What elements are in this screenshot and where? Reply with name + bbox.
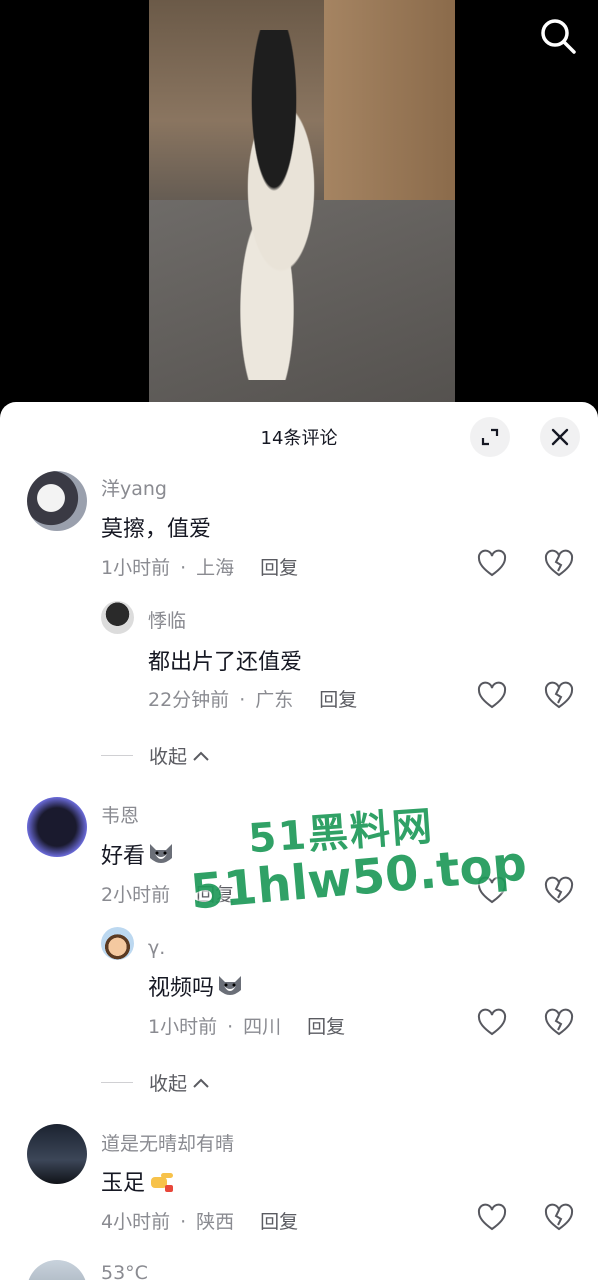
dislike-broken-heart-icon[interactable] [544, 549, 574, 579]
heart-icon[interactable] [477, 549, 507, 579]
collapse-label: 收起 [149, 1073, 188, 1095]
comment-location: 陕西 [196, 1211, 235, 1233]
heart-icon[interactable] [477, 681, 507, 711]
comment-text: 好看 [101, 838, 175, 870]
comments-sheet: 14条评论 洋yang 莫擦，值爱 1小时前 · 上海 回复 悸临 都出片了还值爱 2… [0, 402, 598, 1280]
reply-time: 22分钟前 [148, 689, 230, 711]
reply-location: 广东 [255, 689, 294, 711]
video-player[interactable] [0, 0, 598, 420]
reply-button[interactable]: 回复 [196, 884, 234, 906]
comment-text-content: 玉足 [101, 1171, 146, 1196]
reply-button[interactable]: 回复 [260, 1211, 298, 1233]
reply-meta: 1小时前 · 四川 回复 [148, 1012, 345, 1039]
meta-separator: · [227, 1016, 234, 1038]
meta-separator: · [239, 689, 246, 711]
dislike-broken-heart-icon[interactable] [544, 1008, 574, 1038]
search-icon [541, 19, 576, 54]
avatar[interactable] [27, 1260, 87, 1280]
husky-emoji [150, 844, 173, 863]
collapse-replies-button[interactable]: 收起 [101, 742, 211, 769]
search-button[interactable] [536, 14, 580, 58]
dislike-broken-heart-icon[interactable] [544, 876, 574, 906]
comment-location: 上海 [196, 557, 235, 579]
chevron-up-icon [193, 1078, 209, 1088]
collapse-replies-button[interactable]: 收起 [101, 1069, 211, 1096]
video-frame[interactable] [149, 0, 455, 402]
comment-time: 1小时前 [101, 557, 171, 579]
comment-username[interactable]: 洋yang [101, 474, 167, 501]
comment-text: 玉足 [101, 1165, 175, 1197]
reply-username[interactable]: 悸临 [148, 606, 186, 633]
husky-emoji [219, 976, 242, 995]
collapse-label: 收起 [149, 746, 188, 768]
comment-time: 4小时前 [101, 1211, 171, 1233]
reply-text: 视频吗 [148, 970, 244, 1002]
comment-meta: 2小时前 回复 [101, 880, 234, 907]
reply-meta: 22分钟前 · 广东 回复 [148, 685, 357, 712]
avatar[interactable] [101, 601, 134, 634]
avatar[interactable] [27, 797, 87, 857]
comment-username[interactable]: 韦恩 [101, 801, 139, 828]
comment-username[interactable]: 道是无晴却有晴 [101, 1129, 234, 1156]
comment-meta: 1小时前 · 上海 回复 [101, 553, 298, 580]
reply-username[interactable]: γ. [148, 937, 165, 959]
comment-time: 2小时前 [101, 884, 171, 906]
reply-button[interactable]: 回复 [307, 1016, 345, 1038]
reply-text: 都出片了还值爱 [148, 650, 303, 675]
pointing-hand-emoji [151, 1173, 174, 1192]
reply-button[interactable]: 回复 [319, 689, 357, 711]
comment-text-content: 好看 [101, 844, 146, 869]
close-icon [551, 428, 569, 446]
comment-username[interactable]: 53°C [101, 1262, 148, 1280]
comment-meta: 4小时前 · 陕西 回复 [101, 1207, 298, 1234]
avatar[interactable] [27, 1124, 87, 1184]
chevron-up-icon [193, 751, 209, 761]
reply-time: 1小时前 [148, 1016, 218, 1038]
close-button[interactable] [540, 417, 580, 457]
meta-separator: · [180, 1211, 187, 1233]
avatar[interactable] [101, 927, 134, 960]
heart-icon[interactable] [477, 876, 507, 906]
avatar[interactable] [27, 471, 87, 531]
heart-icon[interactable] [477, 1008, 507, 1038]
dislike-broken-heart-icon[interactable] [544, 681, 574, 711]
divider-line [101, 1082, 133, 1083]
comment-text: 莫擦，值爱 [101, 517, 212, 542]
expand-icon [481, 428, 499, 446]
meta-separator: · [180, 557, 187, 579]
reply-text-content: 视频吗 [148, 976, 215, 1001]
reply-button[interactable]: 回复 [260, 557, 298, 579]
dislike-broken-heart-icon[interactable] [544, 1203, 574, 1233]
expand-button[interactable] [470, 417, 510, 457]
heart-icon[interactable] [477, 1203, 507, 1233]
video-scene-person [204, 30, 344, 380]
reply-location: 四川 [243, 1016, 282, 1038]
divider-line [101, 755, 133, 756]
